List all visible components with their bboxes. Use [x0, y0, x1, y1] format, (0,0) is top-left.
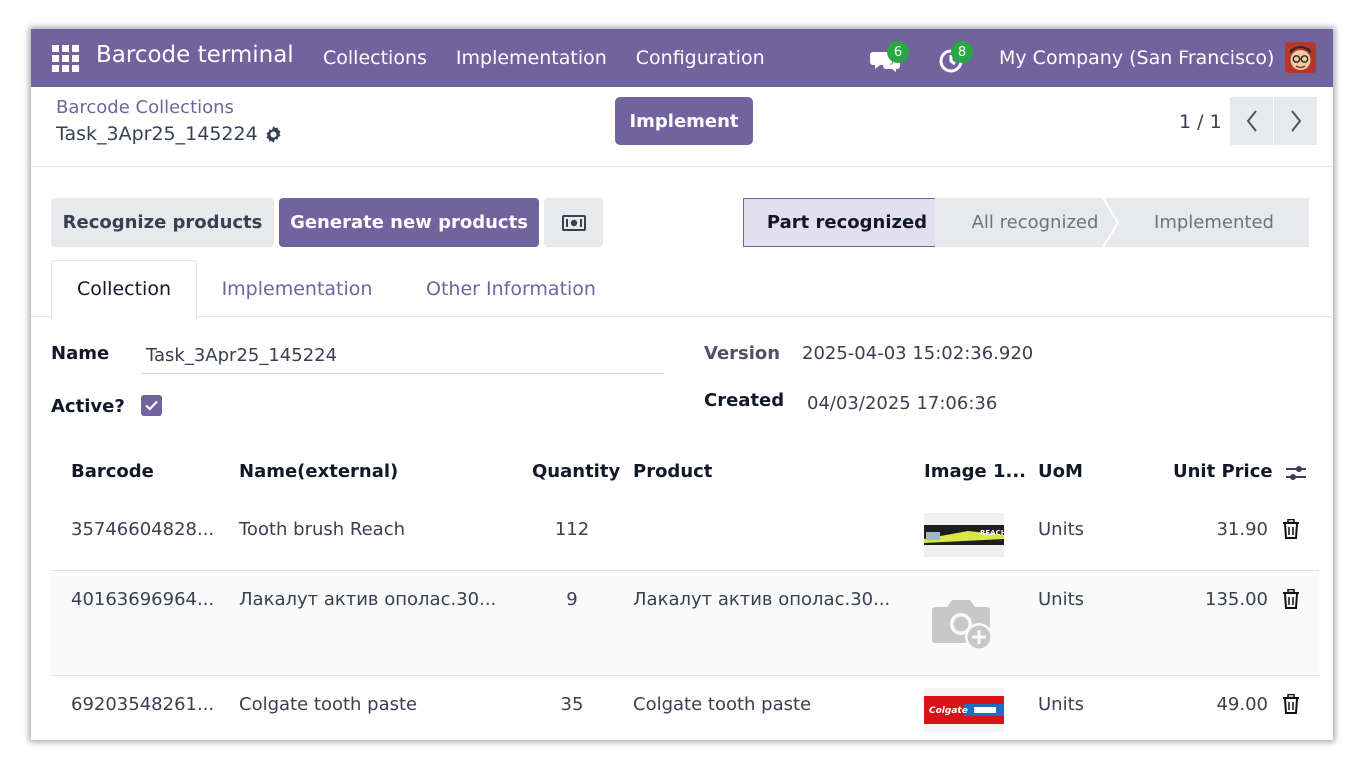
chevron-left-icon [1246, 110, 1257, 132]
breadcrumb-collections[interactable]: Barcode Collections [56, 97, 234, 118]
name-input-underline [141, 373, 664, 374]
gear-icon[interactable] [264, 125, 283, 144]
app-window: Barcode terminal Collections Implementat… [31, 29, 1333, 740]
camera-add-icon[interactable] [931, 597, 997, 653]
money-button[interactable] [544, 198, 603, 247]
version-label: Version [704, 343, 781, 364]
cell-uom: Units [1038, 589, 1085, 610]
cell-unit-price: 49.00 [1216, 694, 1268, 715]
name-input[interactable]: Task_3Apr25_145224 [146, 345, 337, 366]
tab-implementation[interactable]: Implementation [207, 260, 387, 317]
cell-quantity: 9 [566, 589, 578, 610]
chevron-right-icon [1290, 110, 1301, 132]
messages-button[interactable]: 6 [869, 41, 909, 75]
cell-barcode: 35746604828... [71, 519, 215, 540]
name-label: Name [51, 343, 110, 364]
table-row[interactable]: 69203548261... Colgate tooth paste 35 Co… [51, 676, 1319, 740]
company-switcher[interactable]: My Company (San Francisco) [999, 47, 1274, 69]
toothbrush-image[interactable]: REACH [924, 513, 1004, 557]
money-icon [561, 214, 586, 231]
stage-label: Implemented [1154, 212, 1274, 233]
col-uom[interactable]: UoM [1038, 461, 1083, 482]
col-image[interactable]: Image 1... [924, 461, 1026, 482]
cell-uom: Units [1038, 694, 1085, 715]
record-title: Task_3Apr25_145224 [56, 123, 258, 145]
cell-quantity: 35 [560, 694, 584, 715]
notebook-tabs: Collection Implementation Other Informat… [31, 260, 1333, 318]
created-value: 04/03/2025 17:06:36 [807, 393, 998, 414]
cell-name: Tooth brush Reach [239, 519, 405, 540]
stage-all-recognized[interactable]: All recognized [935, 198, 1119, 247]
cell-unit-price: 31.90 [1216, 519, 1268, 540]
cell-unit-price: 135.00 [1205, 589, 1268, 610]
col-name-external[interactable]: Name(external) [239, 461, 398, 482]
stage-part-recognized[interactable]: Part recognized [743, 198, 951, 247]
activities-button[interactable]: 8 [933, 41, 973, 75]
cell-uom: Units [1038, 519, 1085, 540]
column-settings-icon[interactable] [1285, 463, 1307, 483]
version-value: 2025-04-03 15:02:36.920 [802, 343, 1034, 364]
generate-new-products-button[interactable]: Generate new products [279, 198, 539, 247]
trash-icon[interactable] [1282, 589, 1300, 609]
recognize-products-button[interactable]: Recognize products [51, 198, 274, 247]
menu-implementation[interactable]: Implementation [456, 47, 607, 69]
app-brand[interactable]: Barcode terminal [96, 42, 294, 68]
pager-next-button[interactable] [1274, 97, 1317, 145]
cell-product: Лакалут актив ополас.30... [633, 589, 891, 610]
implement-button[interactable]: Implement [615, 97, 753, 145]
user-avatar[interactable] [1285, 42, 1316, 73]
pager-value: 1 / 1 [1179, 111, 1222, 133]
created-label: Created [704, 390, 785, 411]
col-unit-price[interactable]: Unit Price [1173, 461, 1273, 482]
trash-icon[interactable] [1282, 694, 1300, 714]
cell-barcode: 40163696964... [71, 589, 215, 610]
cell-product: Colgate tooth paste [633, 694, 812, 715]
check-icon [145, 400, 158, 411]
status-bar: Part recognized All recognized Implement… [743, 198, 1309, 247]
activities-badge: 8 [951, 41, 973, 63]
table-row[interactable]: 40163696964... Лакалут актив ополас.30..… [51, 571, 1319, 676]
cell-name: Лакалут актив ополас.30... [239, 589, 497, 610]
menu-configuration[interactable]: Configuration [636, 47, 765, 69]
col-barcode[interactable]: Barcode [71, 461, 154, 482]
trash-icon[interactable] [1282, 519, 1300, 539]
cell-quantity: 112 [554, 519, 590, 540]
top-navbar: Barcode terminal Collections Implementat… [31, 29, 1333, 87]
app-grid-icon[interactable] [52, 45, 79, 72]
menu-collections[interactable]: Collections [323, 47, 427, 69]
table-header: Barcode Name(external) Quantity Product … [51, 447, 1319, 497]
main-menu: Collections Implementation Configuration [323, 47, 765, 69]
active-label: Active? [51, 396, 125, 417]
tab-other-information[interactable]: Other Information [411, 260, 611, 317]
cell-name: Colgate tooth paste [239, 694, 418, 715]
control-panel: Barcode Collections Task_3Apr25_145224 I… [31, 87, 1333, 167]
tab-collection[interactable]: Collection [51, 260, 197, 318]
col-product[interactable]: Product [633, 461, 712, 482]
active-checkbox[interactable] [141, 395, 162, 416]
stage-implemented[interactable]: Implemented [1119, 198, 1309, 247]
stage-label: All recognized [971, 212, 1099, 233]
stage-label: Part recognized [766, 212, 928, 233]
messages-badge: 6 [887, 41, 909, 63]
col-quantity[interactable]: Quantity [532, 461, 620, 482]
pager-previous-button[interactable] [1230, 97, 1273, 145]
cell-barcode: 69203548261... [71, 694, 215, 715]
svg-text:Colgate: Colgate [929, 706, 968, 716]
colgate-image[interactable]: Colgate [924, 688, 1004, 732]
svg-text:REACH: REACH [980, 529, 1004, 537]
breadcrumb-current: Task_3Apr25_145224 [56, 123, 283, 145]
table-row[interactable]: 35746604828... Tooth brush Reach 112 REA… [51, 497, 1319, 571]
